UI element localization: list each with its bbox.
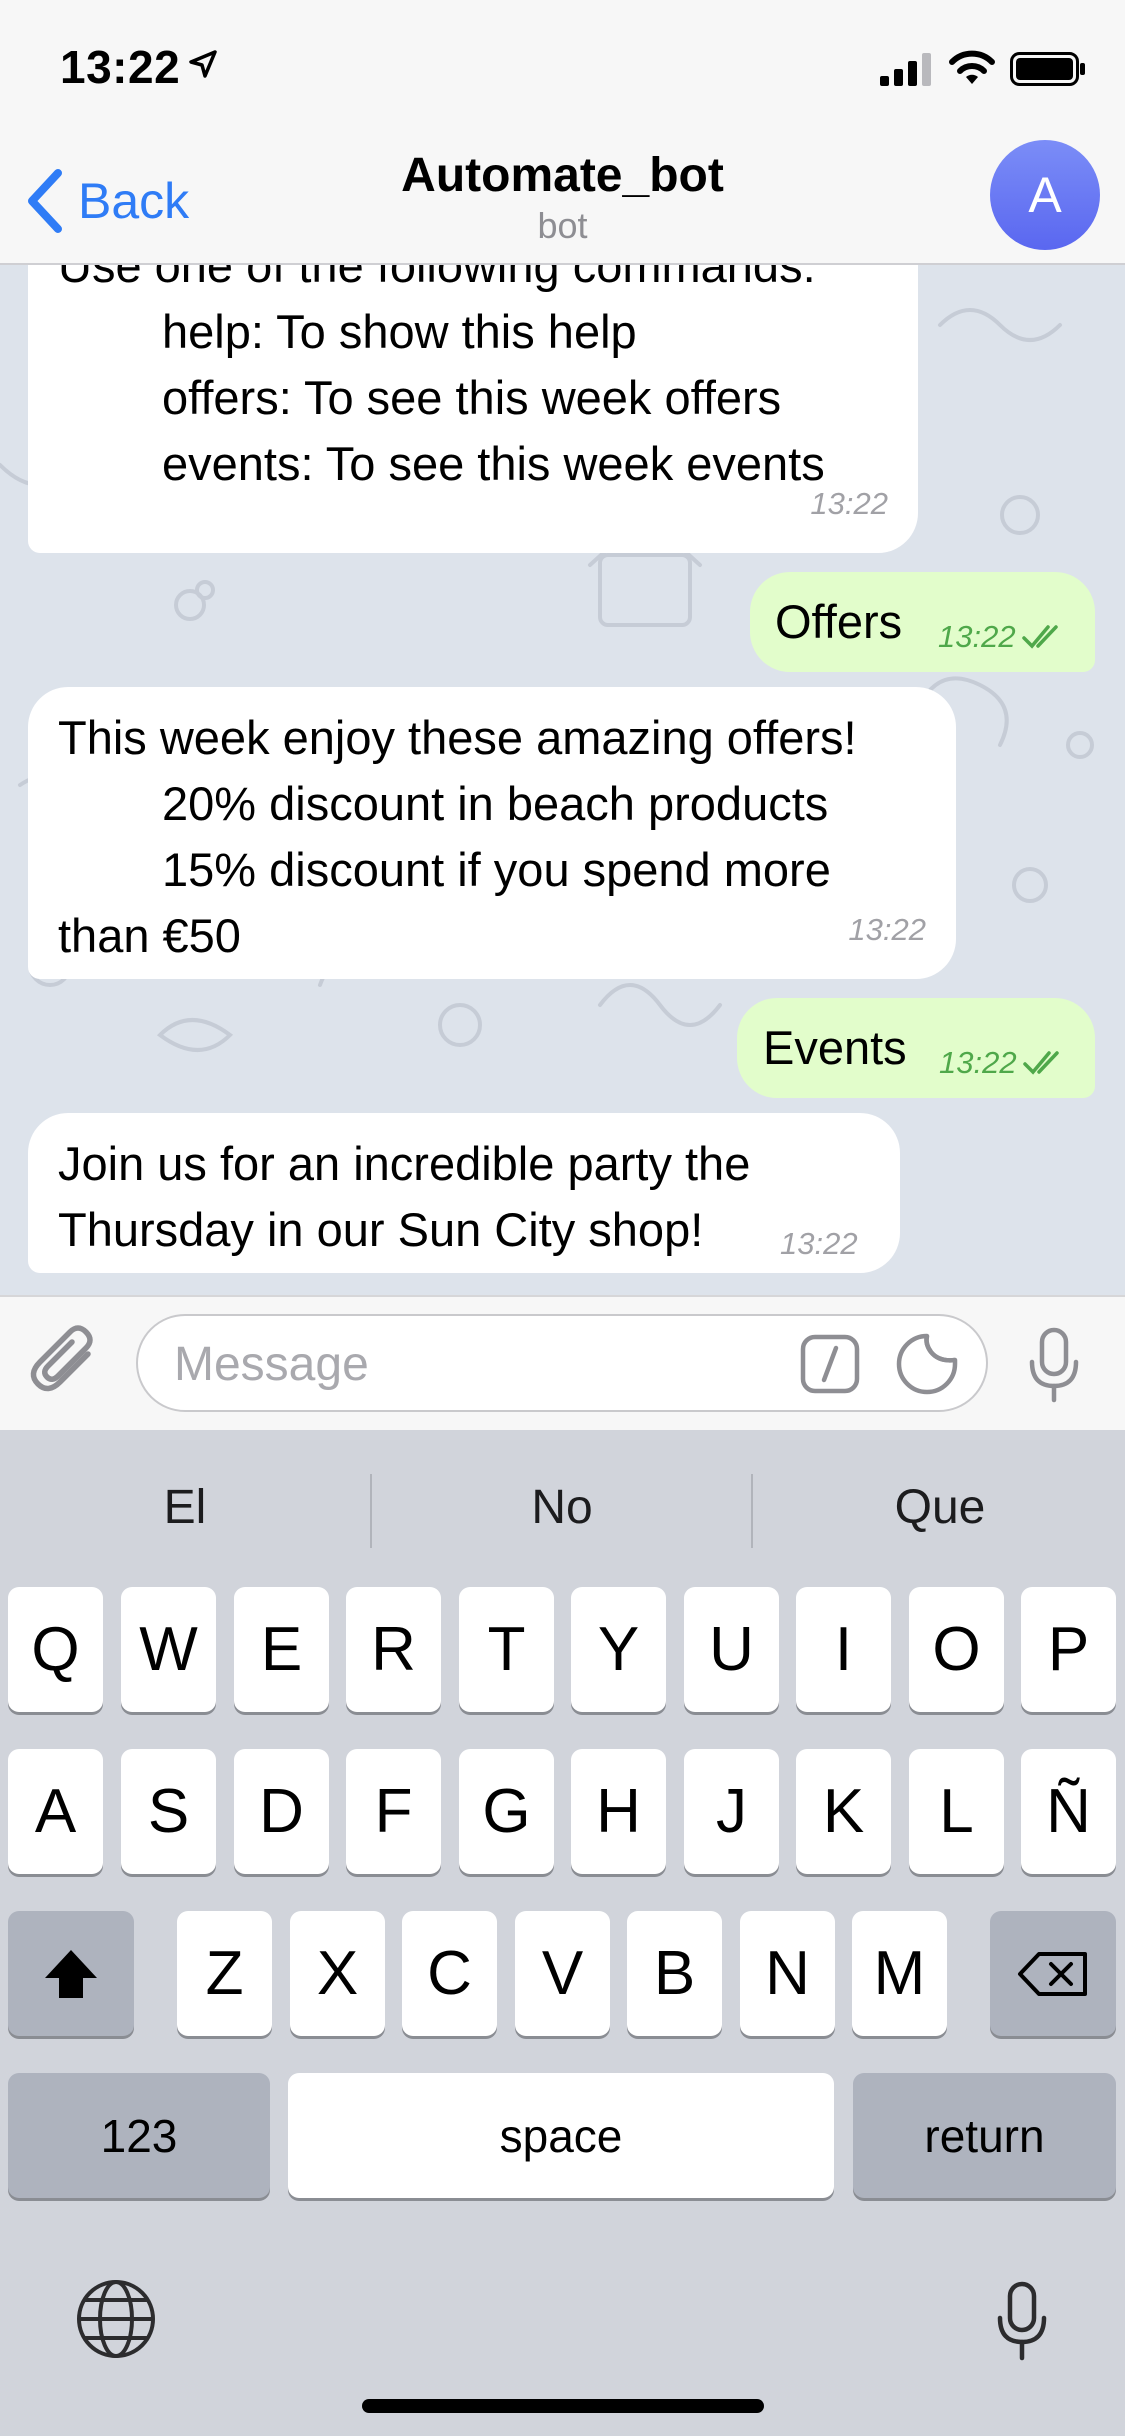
- message-time: 13:22: [780, 1226, 858, 1261]
- message-time: 13:22: [848, 912, 926, 947]
- key-c[interactable]: C: [402, 1911, 497, 2036]
- message-line: 20% discount in beach products: [162, 777, 829, 830]
- wifi-icon: [949, 50, 995, 84]
- cellular-signal-icon: [880, 53, 931, 86]
- message-line: offers: To see this week offers: [162, 371, 782, 424]
- message-text: Events: [763, 1021, 907, 1074]
- key-e[interactable]: E: [234, 1587, 329, 1712]
- suggestion-3[interactable]: Que: [755, 1480, 1125, 1535]
- avatar[interactable]: A: [990, 140, 1100, 250]
- key-z[interactable]: Z: [177, 1911, 272, 2036]
- key-o[interactable]: O: [909, 1587, 1004, 1712]
- key-g[interactable]: G: [459, 1749, 554, 1874]
- chat-history[interactable]: Use one of the following commands: help:…: [0, 265, 1125, 1295]
- message-line: events: To see this week events: [162, 437, 825, 490]
- chat-title[interactable]: Automate_bot: [0, 148, 1125, 203]
- message-status: 13:22: [939, 1030, 1069, 1096]
- message-input-placeholder: Message: [174, 1338, 369, 1391]
- suggestion-2[interactable]: No: [377, 1480, 747, 1535]
- status-time: 13:22: [60, 41, 181, 93]
- key-b[interactable]: B: [627, 1911, 722, 2036]
- message-line: help: To show this help: [162, 305, 637, 358]
- message-line: Use one of the following commands:: [58, 265, 816, 292]
- key-x[interactable]: X: [290, 1911, 385, 2036]
- shift-arrow-icon: [45, 1949, 97, 1998]
- message-line: 15% discount if you spend more: [162, 843, 831, 896]
- key-d[interactable]: D: [234, 1749, 329, 1874]
- key-v[interactable]: V: [515, 1911, 610, 2036]
- key-i[interactable]: I: [796, 1587, 891, 1712]
- message-line: Join us for an incredible party the: [58, 1137, 751, 1190]
- microphone-icon[interactable]: [1024, 1326, 1084, 1406]
- bot-commands-icon[interactable]: [800, 1334, 860, 1394]
- globe-icon[interactable]: [75, 2278, 157, 2360]
- key-u[interactable]: U: [684, 1587, 779, 1712]
- shift-key[interactable]: [8, 1911, 134, 2036]
- key-n-tilde[interactable]: Ñ: [1021, 1749, 1116, 1874]
- message-time: 13:22: [939, 1045, 1017, 1080]
- space-key[interactable]: space: [288, 2073, 834, 2198]
- key-r[interactable]: R: [346, 1587, 441, 1712]
- chat-subtitle: bot: [537, 205, 588, 246]
- key-p[interactable]: P: [1021, 1587, 1116, 1712]
- suggestion-divider: [370, 1474, 372, 1548]
- key-j[interactable]: J: [684, 1749, 779, 1874]
- message-line: This week enjoy these amazing offers!: [58, 711, 857, 764]
- user-message-events[interactable]: Events 13:22: [737, 998, 1095, 1098]
- message-line: Thursday in our Sun City shop!: [58, 1203, 704, 1256]
- key-y[interactable]: Y: [571, 1587, 666, 1712]
- message-time: 13:22: [938, 619, 1016, 654]
- double-check-icon: [1021, 625, 1058, 649]
- key-w[interactable]: W: [121, 1587, 216, 1712]
- bot-message-events[interactable]: Join us for an incredible party the Thur…: [28, 1113, 900, 1273]
- delete-key[interactable]: [990, 1911, 1116, 2036]
- suggestion-divider: [751, 1474, 753, 1548]
- key-f[interactable]: F: [346, 1749, 441, 1874]
- message-status: 13:22: [938, 604, 1068, 670]
- message-text: Offers: [775, 595, 903, 648]
- key-s[interactable]: S: [121, 1749, 216, 1874]
- message-time: 13:22: [810, 486, 888, 521]
- numbers-key[interactable]: 123: [8, 2073, 270, 2198]
- double-check-icon: [1022, 1051, 1059, 1075]
- message-line: than €50: [58, 909, 241, 962]
- paperclip-icon[interactable]: [30, 1324, 104, 1402]
- dictation-microphone-icon[interactable]: [992, 2280, 1052, 2364]
- backspace-icon: [1018, 1951, 1087, 1996]
- key-a[interactable]: A: [8, 1749, 103, 1874]
- suggestion-1[interactable]: El: [0, 1480, 370, 1535]
- bot-message-help[interactable]: Use one of the following commands: help:…: [28, 265, 918, 553]
- return-key[interactable]: return: [853, 2073, 1116, 2198]
- sticker-icon[interactable]: [895, 1332, 959, 1396]
- key-l[interactable]: L: [909, 1749, 1004, 1874]
- key-k[interactable]: K: [796, 1749, 891, 1874]
- battery-icon: [1010, 52, 1085, 86]
- key-h[interactable]: H: [571, 1749, 666, 1874]
- key-m[interactable]: M: [852, 1911, 947, 2036]
- location-arrow-icon: [189, 50, 217, 78]
- key-t[interactable]: T: [459, 1587, 554, 1712]
- key-n[interactable]: N: [740, 1911, 835, 2036]
- bot-message-offers[interactable]: This week enjoy these amazing offers! 20…: [28, 687, 956, 979]
- key-q[interactable]: Q: [8, 1587, 103, 1712]
- home-indicator[interactable]: [362, 2399, 764, 2413]
- user-message-offers[interactable]: Offers 13:22: [750, 572, 1095, 672]
